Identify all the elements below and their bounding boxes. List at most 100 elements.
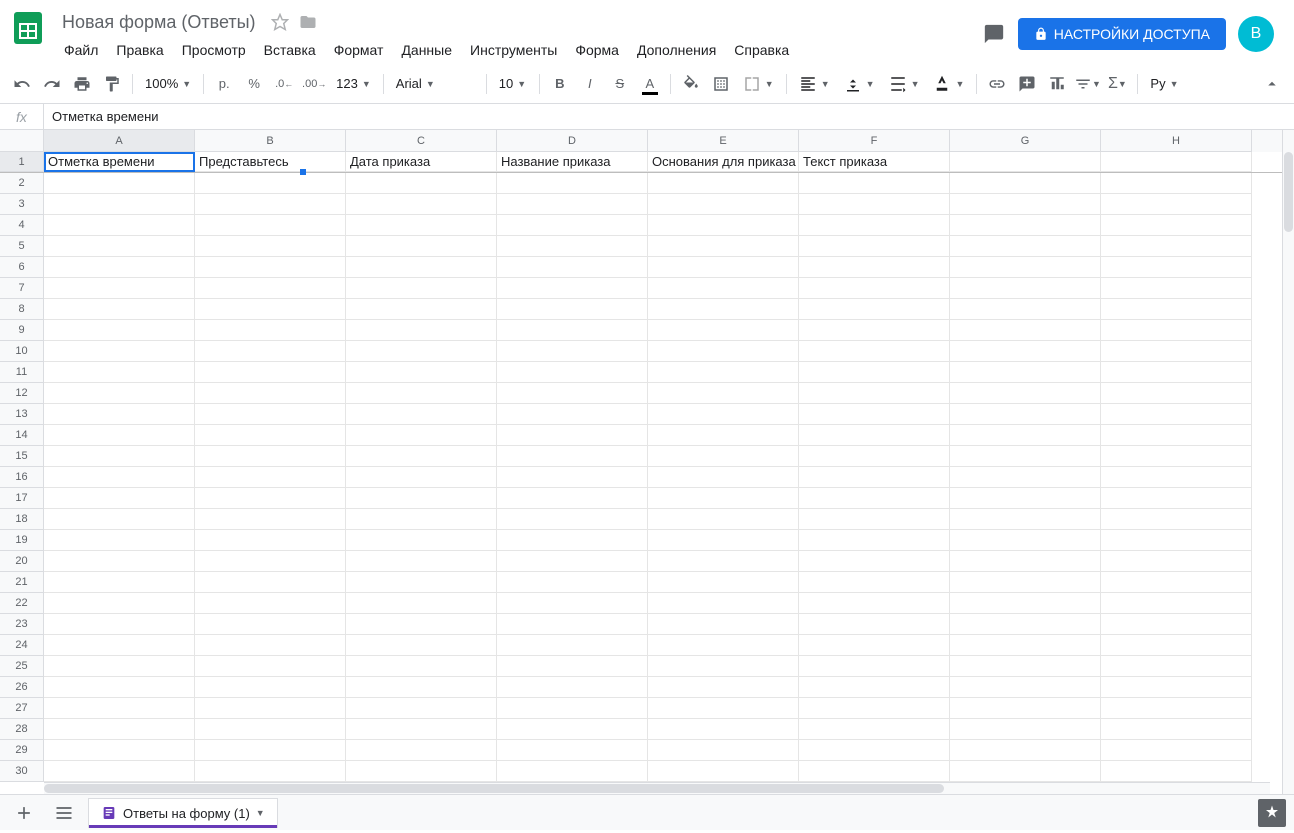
cell[interactable] [648, 194, 799, 215]
column-header-f[interactable]: F [799, 130, 950, 152]
add-sheet-button[interactable] [8, 799, 40, 827]
cell[interactable] [346, 761, 497, 782]
cell[interactable] [1101, 530, 1252, 551]
column-header-c[interactable]: C [346, 130, 497, 152]
cell[interactable] [195, 467, 346, 488]
cell[interactable] [950, 278, 1101, 299]
cell[interactable] [195, 446, 346, 467]
undo-button[interactable] [8, 70, 36, 98]
cell[interactable] [497, 425, 648, 446]
cell[interactable] [648, 446, 799, 467]
row-header[interactable]: 8 [0, 299, 44, 320]
cell[interactable] [1101, 152, 1252, 172]
cell[interactable] [799, 404, 950, 425]
row-header[interactable]: 26 [0, 677, 44, 698]
cell[interactable] [195, 173, 346, 194]
menu-format[interactable]: Формат [326, 38, 392, 62]
cell[interactable] [799, 320, 950, 341]
cell[interactable] [1101, 467, 1252, 488]
cell[interactable] [1101, 404, 1252, 425]
cell[interactable] [648, 404, 799, 425]
column-header-h[interactable]: H [1101, 130, 1252, 152]
row-header[interactable]: 22 [0, 593, 44, 614]
number-format-dropdown[interactable]: 123▼ [330, 70, 377, 98]
cell[interactable] [648, 509, 799, 530]
cell[interactable] [497, 194, 648, 215]
cell[interactable] [950, 677, 1101, 698]
cell[interactable] [648, 362, 799, 383]
cell[interactable] [799, 341, 950, 362]
cell[interactable] [44, 572, 195, 593]
row-header[interactable]: 20 [0, 551, 44, 572]
cell[interactable] [195, 551, 346, 572]
row-header[interactable]: 24 [0, 635, 44, 656]
cell[interactable] [950, 572, 1101, 593]
cell[interactable] [346, 194, 497, 215]
menu-help[interactable]: Справка [726, 38, 797, 62]
cell[interactable] [950, 341, 1101, 362]
cell[interactable] [950, 740, 1101, 761]
cell[interactable] [195, 614, 346, 635]
row-header[interactable]: 9 [0, 320, 44, 341]
cell[interactable] [799, 740, 950, 761]
cell[interactable] [1101, 740, 1252, 761]
cell[interactable] [648, 215, 799, 236]
text-rotation-button[interactable]: ▼ [927, 70, 970, 98]
cell[interactable] [648, 593, 799, 614]
row-header[interactable]: 10 [0, 341, 44, 362]
sheet-tab-menu-icon[interactable]: ▼ [256, 808, 265, 818]
cell[interactable] [799, 698, 950, 719]
cell[interactable] [1101, 446, 1252, 467]
cell[interactable] [950, 614, 1101, 635]
cell[interactable] [799, 362, 950, 383]
cell[interactable] [497, 614, 648, 635]
cell[interactable] [799, 530, 950, 551]
cell[interactable] [497, 761, 648, 782]
horizontal-scrollbar[interactable] [44, 782, 1270, 794]
cell[interactable] [1101, 488, 1252, 509]
cell[interactable] [44, 551, 195, 572]
menu-data[interactable]: Данные [393, 38, 460, 62]
cell[interactable] [497, 530, 648, 551]
column-header-d[interactable]: D [497, 130, 648, 152]
row-header[interactable]: 1 [0, 152, 44, 172]
bold-button[interactable]: B [546, 70, 574, 98]
cell[interactable] [648, 530, 799, 551]
cell[interactable] [1101, 236, 1252, 257]
cell[interactable] [497, 467, 648, 488]
cell[interactable] [950, 719, 1101, 740]
cell[interactable] [648, 740, 799, 761]
cell[interactable] [1101, 383, 1252, 404]
cell[interactable] [497, 551, 648, 572]
cell[interactable] [346, 383, 497, 404]
cell[interactable] [195, 320, 346, 341]
cell[interactable] [346, 320, 497, 341]
cell[interactable] [799, 572, 950, 593]
cell[interactable] [648, 173, 799, 194]
cell[interactable] [497, 236, 648, 257]
cell[interactable] [950, 446, 1101, 467]
print-button[interactable] [68, 70, 96, 98]
sheets-logo[interactable] [8, 8, 48, 48]
borders-button[interactable] [707, 70, 735, 98]
cell[interactable] [497, 446, 648, 467]
cell[interactable] [950, 551, 1101, 572]
cell[interactable] [44, 698, 195, 719]
insert-chart-button[interactable] [1043, 70, 1071, 98]
italic-button[interactable]: I [576, 70, 604, 98]
cell[interactable] [497, 341, 648, 362]
cell[interactable] [497, 509, 648, 530]
select-all-corner[interactable] [0, 130, 44, 152]
cell[interactable] [799, 194, 950, 215]
cell[interactable] [950, 320, 1101, 341]
cell[interactable] [346, 719, 497, 740]
cell[interactable] [799, 488, 950, 509]
cell[interactable] [195, 257, 346, 278]
cell[interactable] [950, 404, 1101, 425]
cell[interactable] [799, 614, 950, 635]
cell[interactable] [497, 383, 648, 404]
menu-insert[interactable]: Вставка [256, 38, 324, 62]
strikethrough-button[interactable]: S [606, 70, 634, 98]
explore-button[interactable] [1258, 799, 1286, 827]
cell[interactable] [44, 656, 195, 677]
